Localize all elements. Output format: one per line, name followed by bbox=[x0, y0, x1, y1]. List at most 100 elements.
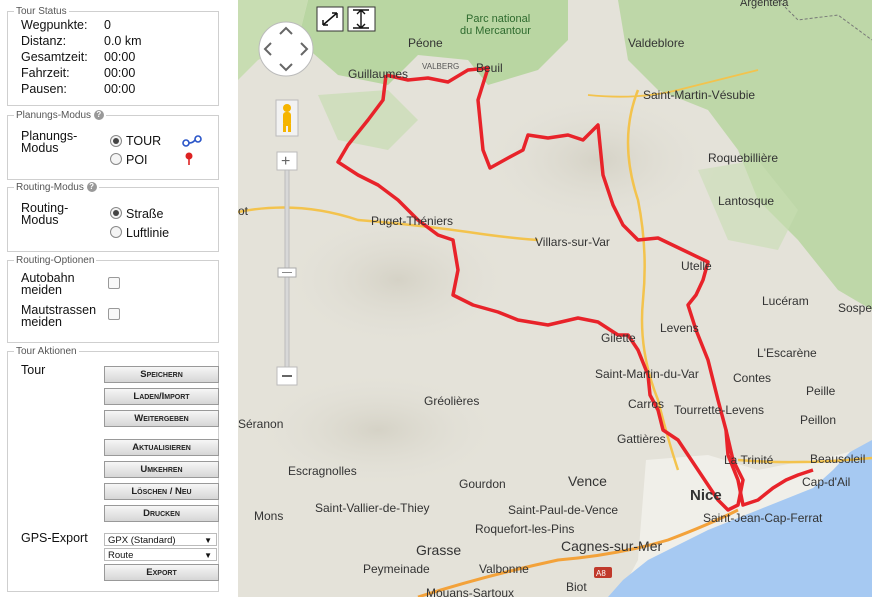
gps-type-select[interactable]: Route ▼ bbox=[104, 548, 217, 561]
map-label: A8 bbox=[596, 569, 606, 578]
map-label: Utelle bbox=[681, 259, 712, 273]
total-time-label: Gesamtzeit: bbox=[21, 50, 88, 64]
map-label: Gilette bbox=[601, 331, 636, 345]
pegman-icon bbox=[283, 104, 291, 112]
tour-actions-legend: Tour Aktionen bbox=[16, 346, 77, 357]
map-label: Argentera bbox=[740, 0, 789, 9]
planning-mode-label-line2: Modus bbox=[21, 141, 59, 155]
delete-new-button[interactable]: Löschen / Neu bbox=[104, 483, 219, 500]
map-label: Beuil bbox=[476, 61, 503, 75]
map-label: Parc national bbox=[466, 13, 530, 25]
tour-route-icon bbox=[182, 135, 202, 147]
map-label: Grasse bbox=[416, 542, 461, 558]
map-label: Cap-d'Ail bbox=[802, 475, 850, 489]
reverse-button[interactable]: Umkehren bbox=[104, 461, 219, 478]
road-radio-label: Straße bbox=[126, 207, 164, 221]
map-label: Saint-Paul-de-Vence bbox=[508, 503, 618, 517]
map-label: Lantosque bbox=[718, 194, 774, 208]
beeline-radio-label: Luftlinie bbox=[126, 226, 170, 240]
map-label: Roquebillière bbox=[708, 151, 778, 165]
zoom-in-icon: + bbox=[281, 153, 290, 170]
map-label: Levens bbox=[660, 321, 699, 335]
map-label: Guillaumes bbox=[348, 67, 408, 81]
map-label: VALBERG bbox=[422, 62, 459, 71]
map-label: Escragnolles bbox=[288, 464, 357, 478]
road-radio[interactable] bbox=[110, 207, 122, 219]
map-label: La Trinité bbox=[724, 453, 774, 467]
save-button[interactable]: Speichern bbox=[104, 366, 219, 383]
sidebar-panel: Tour Status Wegpunkte: 0 Distanz: 0.0 km… bbox=[0, 0, 236, 597]
map-view[interactable]: Argentera Parc national du Mercantour Pé… bbox=[238, 0, 872, 597]
map-label: Saint-Vallier-de-Thiey bbox=[315, 501, 430, 515]
street-view-pegman[interactable] bbox=[275, 99, 299, 137]
map-label: Lucéram bbox=[762, 294, 809, 308]
map-label: Sospel bbox=[838, 301, 872, 315]
waypoints-label: Wegpunkte: bbox=[21, 18, 88, 32]
map-label: ot bbox=[238, 204, 249, 218]
gps-format-value: GPX (Standard) bbox=[108, 535, 176, 546]
distance-value: 0.0 km bbox=[104, 34, 142, 48]
share-button[interactable]: Weitergeben bbox=[104, 410, 219, 427]
beeline-radio[interactable] bbox=[110, 226, 122, 238]
map-canvas[interactable]: Argentera Parc national du Mercantour Pé… bbox=[238, 0, 872, 597]
map-label: Cagnes-sur-Mer bbox=[561, 538, 662, 554]
help-icon[interactable]: ? bbox=[93, 110, 104, 120]
map-label: Saint-Martin-Vésubie bbox=[643, 88, 755, 102]
dropdown-arrow-icon: ▼ bbox=[204, 536, 212, 545]
fit-height-button[interactable] bbox=[347, 6, 376, 32]
routing-mode-label-line2: Modus bbox=[21, 213, 59, 227]
map-label: Gattières bbox=[617, 432, 666, 446]
distance-label: Distanz: bbox=[21, 34, 67, 48]
poi-radio[interactable] bbox=[110, 153, 122, 165]
total-time-value: 00:00 bbox=[104, 50, 136, 64]
map-label: Carros bbox=[628, 397, 664, 411]
map-label: Villars-sur-Var bbox=[535, 235, 610, 249]
terrain-shade bbox=[248, 370, 508, 490]
map-label: Saint-Martin-du-Var bbox=[595, 367, 699, 381]
map-label: Valbonne bbox=[479, 562, 529, 576]
pan-control[interactable] bbox=[258, 21, 314, 77]
refresh-button[interactable]: Aktualisieren bbox=[104, 439, 219, 456]
map-label: Valdeblore bbox=[628, 36, 685, 50]
dropdown-arrow-icon: ▼ bbox=[204, 551, 212, 560]
map-label: Mouans-Sartoux bbox=[426, 586, 514, 597]
tour-radio[interactable] bbox=[110, 135, 122, 147]
terrain-shade bbox=[278, 210, 518, 350]
tour-label: Tour bbox=[21, 363, 46, 377]
map-label: Vence bbox=[568, 473, 607, 489]
routing-mode-legend: Routing-Modus bbox=[16, 182, 84, 193]
gps-export-label: GPS-Export bbox=[21, 531, 88, 545]
export-button[interactable]: Export bbox=[104, 564, 219, 581]
load-import-button[interactable]: Laden/Import bbox=[104, 388, 219, 405]
help-icon[interactable]: ? bbox=[86, 182, 97, 192]
routing-options-legend: Routing-Optionen bbox=[16, 255, 95, 266]
routing-options-section: Routing-Optionen bbox=[7, 255, 219, 343]
gps-type-value: Route bbox=[108, 550, 134, 561]
gps-format-select[interactable]: GPX (Standard) ▼ bbox=[104, 533, 217, 546]
breaks-label: Pausen: bbox=[21, 82, 67, 96]
poi-radio-label: POI bbox=[126, 153, 148, 167]
avoid-highway-checkbox[interactable] bbox=[108, 277, 120, 289]
driving-time-value: 00:00 bbox=[104, 66, 136, 80]
map-label: Peymeinade bbox=[363, 562, 430, 576]
map-label: Contes bbox=[733, 371, 771, 385]
avoid-highway-label-line2: meiden bbox=[21, 283, 62, 297]
map-label: Biot bbox=[566, 580, 587, 594]
planning-mode-legend: Planungs-Modus bbox=[16, 110, 92, 121]
breaks-value: 00:00 bbox=[104, 82, 136, 96]
map-label: Tourrette-Levens bbox=[674, 403, 764, 417]
map-label: du Mercantour bbox=[460, 25, 531, 37]
expand-map-button[interactable] bbox=[316, 6, 344, 32]
map-label: L'Escarène bbox=[757, 346, 817, 360]
tour-radio-label: TOUR bbox=[126, 134, 162, 148]
driving-time-label: Fahrzeit: bbox=[21, 66, 70, 80]
poi-pin-icon bbox=[185, 152, 193, 165]
map-label: Peillon bbox=[800, 413, 836, 427]
print-button[interactable]: Drucken bbox=[104, 505, 219, 522]
avoid-toll-checkbox[interactable] bbox=[108, 308, 120, 320]
map-label: Roquefort-les-Pins bbox=[475, 522, 574, 536]
avoid-toll-label-line2: meiden bbox=[21, 315, 62, 329]
map-label: Gourdon bbox=[459, 477, 506, 491]
map-label: Puget-Théniers bbox=[371, 214, 453, 228]
map-label: Gréolières bbox=[424, 394, 479, 408]
